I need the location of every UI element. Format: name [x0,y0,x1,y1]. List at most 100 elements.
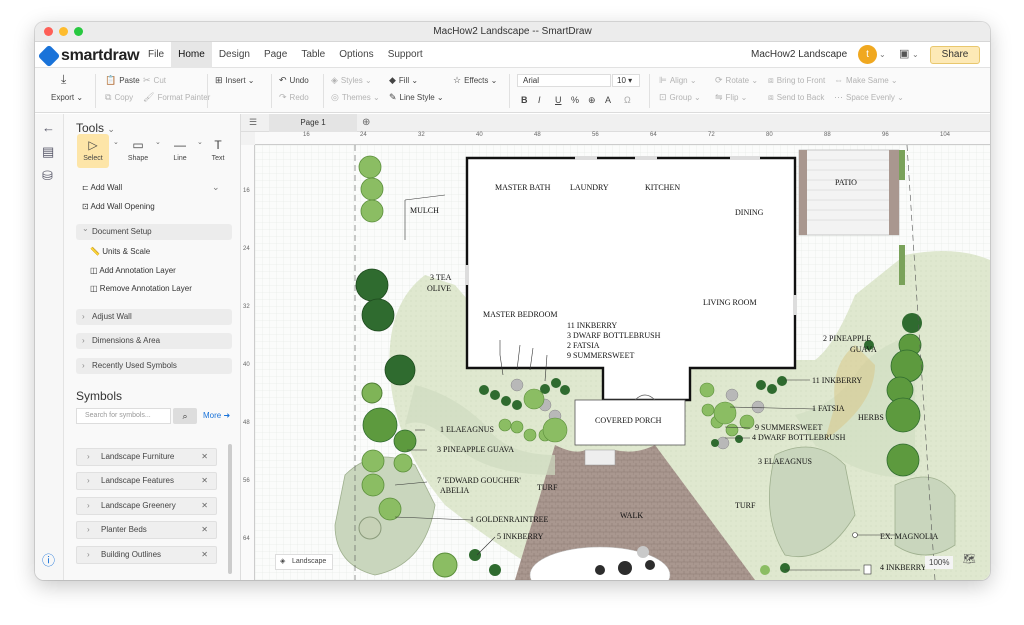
bring-to-front-button[interactable]: ⧈ Bring to Front [768,75,825,86]
redo-button[interactable]: ↷ Redo [279,92,309,103]
shape-tool[interactable]: ▭ Shape [122,134,154,168]
fill-button[interactable]: ◆ Fill ⌄ [389,75,418,86]
label-turf-right: TURF [735,501,756,510]
label-pineapple-guava-2: 2 PINEAPPLE [823,334,871,343]
menu-design[interactable]: Design [212,42,257,68]
back-arrow-icon[interactable]: ← [42,120,55,135]
export-button[interactable]: Export ⌄ [51,93,83,102]
star-icon: ☆ [453,75,462,85]
bold-button[interactable]: B [521,95,528,105]
line-tool[interactable]: ― Line [164,134,196,168]
chevron-down-icon[interactable]: ⌄ [113,138,119,146]
text-color-icon[interactable]: ⊕ [588,95,596,106]
label-pineapple-guava-2b: GUAVA [850,345,877,354]
units-scale-button[interactable]: 📏 Units & Scale [90,247,150,256]
menu-file[interactable]: File [141,42,171,68]
text-size-icon[interactable]: % [571,95,579,105]
align-button[interactable]: ⊫ Align ⌄ [659,75,697,86]
page-tab[interactable]: Page 1 [269,114,357,132]
library-building-outlines[interactable]: Building Outlines✕ [76,546,217,564]
share-button[interactable]: Share [930,46,980,64]
briefcase-icon[interactable]: ▤ [42,144,54,160]
document-name[interactable]: MacHow2 Landscape [751,49,847,60]
sidebar-scrollbar[interactable] [228,444,232,574]
text-effect-icon[interactable]: Ω [624,95,631,105]
export-icon[interactable]: ⤓ [61,72,66,87]
menu-bar: smartdraw File Home Design Page Table Op… [35,42,990,68]
document-setup-group[interactable]: Document Setup [76,221,232,240]
space-evenly-icon: ⋯ [834,92,843,102]
effects-button[interactable]: ☆ Effects ⌄ [453,75,497,86]
undo-button[interactable]: ↶ Undo [279,75,309,86]
copy-button[interactable]: ⧉ Copy [105,92,133,103]
insert-button[interactable]: ⊞ Insert ⌄ [215,75,255,86]
dimensions-group[interactable]: Dimensions & Area [76,333,232,349]
flip-button[interactable]: ⇋ Flip ⌄ [715,92,747,103]
library-planter-beds[interactable]: Planter Beds✕ [76,521,217,539]
avatar[interactable]: t [858,45,877,64]
send-to-back-button[interactable]: ⧈ Send to Back [768,92,824,103]
label-inkberry-11-right: 11 INKBERRY [812,376,862,385]
map-icon[interactable]: 🗺 [963,554,976,565]
recent-symbols-group[interactable]: Recently Used Symbols [76,358,232,374]
icon-rail: ← ▤ ⛁ ⓘ [35,114,64,580]
search-icon[interactable]: ⌕ [173,408,197,424]
line-style-button[interactable]: ✎ Line Style ⌄ [389,92,444,103]
space-evenly-button[interactable]: ⋯ Space Evenly ⌄ [834,92,904,103]
menu-table[interactable]: Table [294,42,332,68]
menu-home[interactable]: Home [171,42,212,68]
more-symbols-link[interactable]: More ➜ [203,411,230,420]
library-landscape-features[interactable]: Landscape Features✕ [76,472,217,490]
page-list-icon[interactable]: ☰ [249,117,257,128]
resize-handle[interactable] [863,564,872,575]
font-size-select[interactable]: 10 ▾ [612,74,640,87]
make-same-button[interactable]: ⇔ Make Same ⌄ [834,75,898,85]
underline-button[interactable]: U [555,95,562,105]
layer-tab[interactable]: ◈ Landscape [275,554,333,570]
add-wall-opening-button[interactable]: ⊡ Add Wall Opening [82,202,155,211]
styles-button[interactable]: ◈ Styles ⌄ [331,75,372,86]
add-annotation-button[interactable]: ◫ Add Annotation Layer [90,266,176,275]
symbols-heading: Symbols [76,389,123,403]
chevron-down-icon[interactable]: ⌄ [879,50,886,59]
left-panel: Tools ⌄ ▷ Select ⌄ ▭ Shape ⌄ ― Line ⌄ T Text… [64,114,241,580]
house-outline[interactable] [465,156,797,402]
menu-support[interactable]: Support [381,42,430,68]
remove-annotation-button[interactable]: ◫ Remove Annotation Layer [90,284,192,293]
menu-options[interactable]: Options [332,42,380,68]
symbol-search-input[interactable]: Search for symbols... [76,408,171,424]
close-icon: ✕ [201,525,208,534]
chevron-down-icon[interactable]: ⌄ [212,182,220,193]
italic-button[interactable]: I [538,95,541,105]
format-painter-button[interactable]: 🖌 Format Painter [143,92,210,103]
menu-page[interactable]: Page [257,42,294,68]
paste-button[interactable]: 📋 Paste [105,75,140,86]
landscape-drawing[interactable]: MASTER BATH LAUNDRY KITCHEN DINING MASTE… [255,145,990,580]
library-landscape-greenery[interactable]: Landscape Greenery✕ [76,497,217,515]
adjust-wall-group[interactable]: Adjust Wall [76,309,232,325]
font-family-select[interactable]: Arial [517,74,611,87]
text-tool[interactable]: T Text [202,134,234,168]
help-icon[interactable]: ⓘ [42,550,55,569]
library-landscape-furniture[interactable]: Landscape Furniture✕ [76,448,217,466]
database-icon[interactable]: ⛁ [42,168,53,184]
group-button[interactable]: ⊡ Group ⌄ [659,92,701,103]
label-goldenraintree: 1 GOLDENRAINTREE [470,515,549,524]
fill-icon: ◆ [389,75,396,85]
themes-button[interactable]: ◎ Themes ⌄ [331,92,380,103]
select-tool[interactable]: ▷ Select [77,134,109,168]
rotate-button[interactable]: ⟳ Rotate ⌄ [715,75,758,86]
tools-heading[interactable]: Tools ⌄ [76,121,115,135]
chevron-down-icon[interactable]: ⌄ [155,138,161,146]
label-dining: DINING [735,208,764,217]
patio[interactable] [798,149,900,236]
chevron-down-icon[interactable]: ⌄ [912,50,919,59]
scissors-icon: ✂ [143,75,151,85]
text-highlight-icon[interactable]: A [605,95,611,105]
zoom-level[interactable]: 100% [925,556,954,569]
line-icon: ― [174,138,186,152]
add-page-icon[interactable]: ⊕ [362,117,370,128]
add-wall-button[interactable]: ⊏ Add Wall [82,183,122,192]
cut-button[interactable]: ✂ Cut [143,75,166,86]
present-icon[interactable]: ▣ [899,47,909,60]
